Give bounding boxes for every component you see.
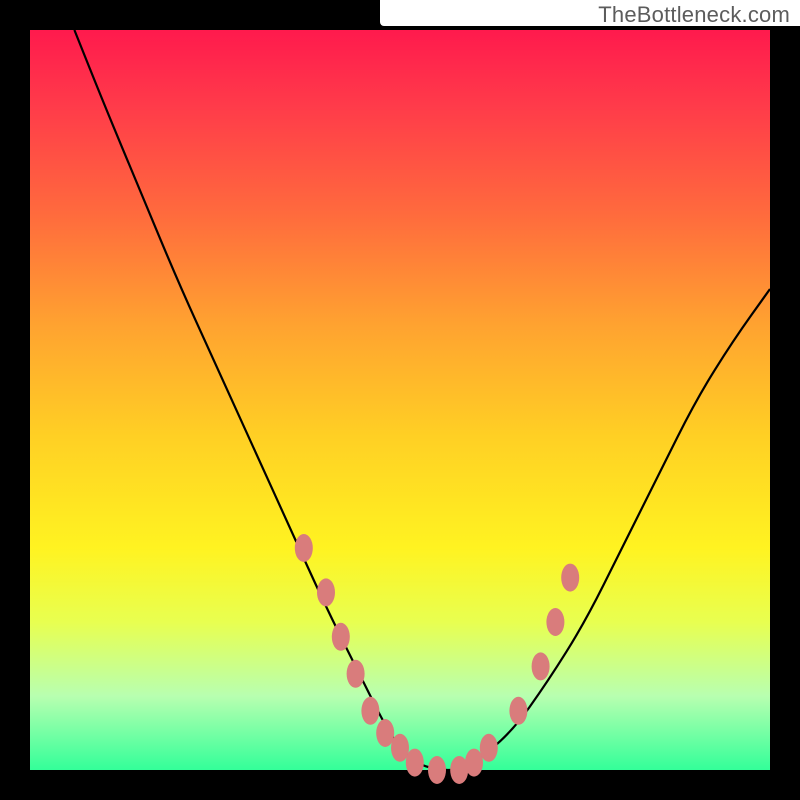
marker-group [295, 534, 579, 784]
data-marker [406, 749, 424, 777]
data-marker [347, 660, 365, 688]
chart-plot [30, 30, 770, 770]
curve-line [74, 30, 770, 770]
data-marker [480, 734, 498, 762]
data-marker [509, 697, 527, 725]
data-marker [561, 564, 579, 592]
data-marker [361, 697, 379, 725]
data-marker [317, 578, 335, 606]
data-marker [376, 719, 394, 747]
data-marker [465, 749, 483, 777]
data-marker [546, 608, 564, 636]
watermark-text: TheBottleneck.com [598, 2, 790, 28]
data-marker [391, 734, 409, 762]
data-marker [428, 756, 446, 784]
data-marker [295, 534, 313, 562]
data-marker [532, 652, 550, 680]
data-marker [332, 623, 350, 651]
